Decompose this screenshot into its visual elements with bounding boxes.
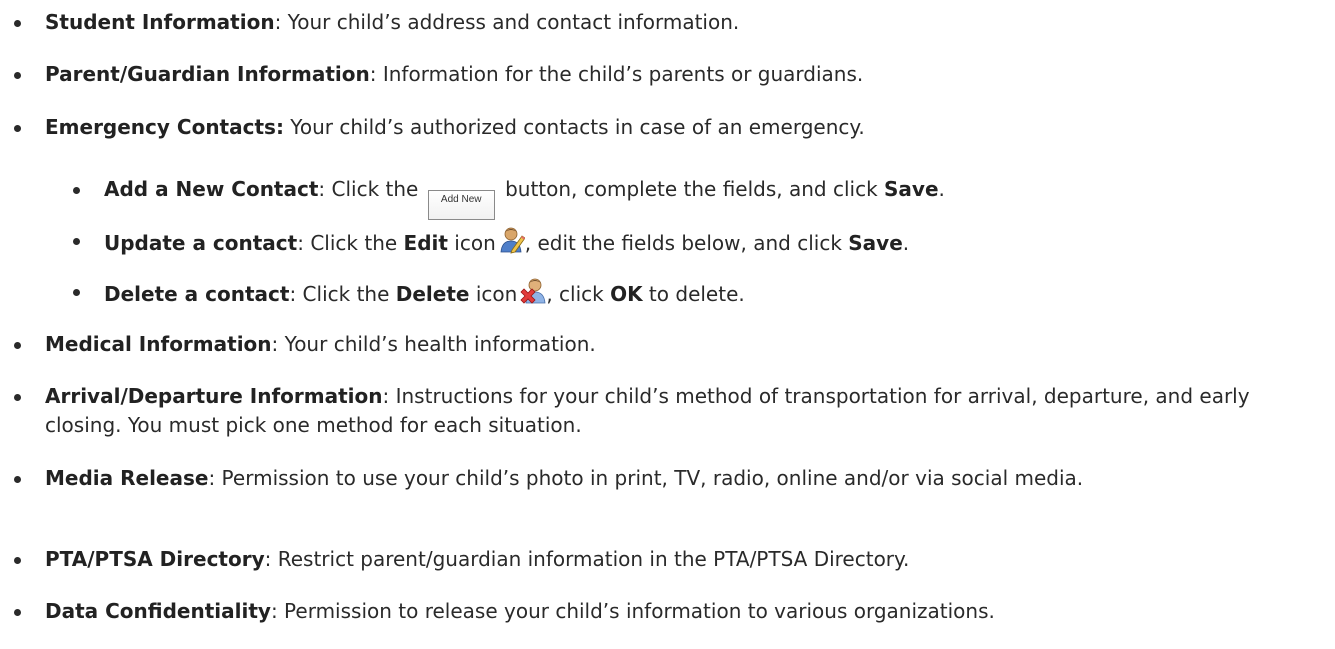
list-item-arrival-departure-information: Arrival/Departure Information: Instructi…: [0, 382, 1335, 440]
item-separator: :: [297, 231, 304, 255]
item-title: Add a New Contact: [104, 177, 319, 201]
list-item-data-confidentiality: Data Confidentiality: Permission to rele…: [0, 597, 1335, 626]
item-description: Restrict parent/guardian information in …: [271, 547, 910, 571]
bullet: [14, 476, 21, 483]
item-text: Click the: [296, 282, 396, 306]
item-title: PTA/PTSA Directory: [45, 547, 265, 571]
list-item-student-information: Student Information: Your child’s addres…: [0, 8, 1335, 37]
help-page: Student Information: Your child’s addres…: [0, 0, 1335, 649]
item-text: to delete.: [642, 282, 745, 306]
item-title: Student Information: [45, 10, 275, 34]
item-text: .: [938, 177, 945, 201]
sub-item-add-new-contact: Add a New Contact: Click the Add New but…: [0, 175, 1335, 220]
item-separator: :: [270, 599, 278, 623]
save-label: Save: [884, 177, 939, 201]
edit-contact-icon[interactable]: [499, 226, 525, 254]
item-title: Emergency Contacts:: [45, 115, 284, 139]
add-new-button[interactable]: Add New: [427, 190, 495, 220]
item-text: Click the: [303, 231, 404, 255]
sub-item-update-contact: Update a contact: Click the Edit icon , …: [0, 226, 1335, 258]
item-description: Permission to release your child’s infor…: [277, 599, 995, 623]
item-description: Information for the child’s parents or g…: [376, 62, 864, 86]
item-text: .: [902, 231, 910, 255]
list-item-emergency-contacts: Emergency Contacts: Your child’s authori…: [0, 113, 1335, 142]
list-item-media-release: Media Release: Permission to use your ch…: [0, 464, 1335, 493]
item-description: Permission to use your child’s photo in …: [215, 466, 1084, 490]
sub-item-delete-contact: Delete a contact: Click the Delete icon …: [0, 277, 1335, 309]
bullet: [14, 72, 21, 79]
save-label: Save: [848, 231, 903, 255]
bullet: [73, 187, 80, 194]
list-item-pta-ptsa-directory: PTA/PTSA Directory: Restrict parent/guar…: [0, 545, 1335, 574]
list-item-medical-information: Medical Information: Your child’s health…: [0, 330, 1335, 359]
bullet: [14, 557, 21, 564]
item-description: Your child’s authorized contacts in case…: [283, 115, 865, 139]
bullet: [14, 125, 21, 132]
ok-label: OK: [610, 282, 643, 306]
item-text: , edit the fields below, and click: [524, 231, 849, 255]
bullet: [14, 394, 21, 401]
item-text: Click the: [325, 177, 419, 201]
bullet: [14, 342, 21, 349]
item-title: Update a contact: [104, 231, 298, 255]
item-text: icon: [447, 231, 496, 255]
item-title: Delete a contact: [104, 282, 290, 306]
item-text: button, complete the fields, and click: [498, 177, 885, 201]
list-item-parent-guardian-information: Parent/Guardian Information: Information…: [0, 60, 1335, 89]
item-title: Medical Information: [45, 332, 272, 356]
item-title: Parent/Guardian Information: [45, 62, 370, 86]
item-title: Media Release: [45, 466, 209, 490]
delete-contact-icon[interactable]: [520, 277, 546, 305]
edit-label: Edit: [403, 231, 448, 255]
item-description: Your child’s health information.: [278, 332, 596, 356]
item-text: , click: [546, 282, 611, 306]
item-separator: :: [369, 62, 377, 86]
delete-label: Delete: [395, 282, 470, 306]
bullet: [73, 289, 80, 296]
item-title: Data Confidentiality: [45, 599, 271, 623]
item-description: Your child’s address and contact informa…: [281, 10, 740, 34]
bullet: [73, 238, 80, 245]
bullet: [14, 609, 21, 616]
item-text: icon: [469, 282, 518, 306]
item-title: Arrival/Departure Information: [45, 384, 383, 408]
bullet: [14, 20, 21, 27]
